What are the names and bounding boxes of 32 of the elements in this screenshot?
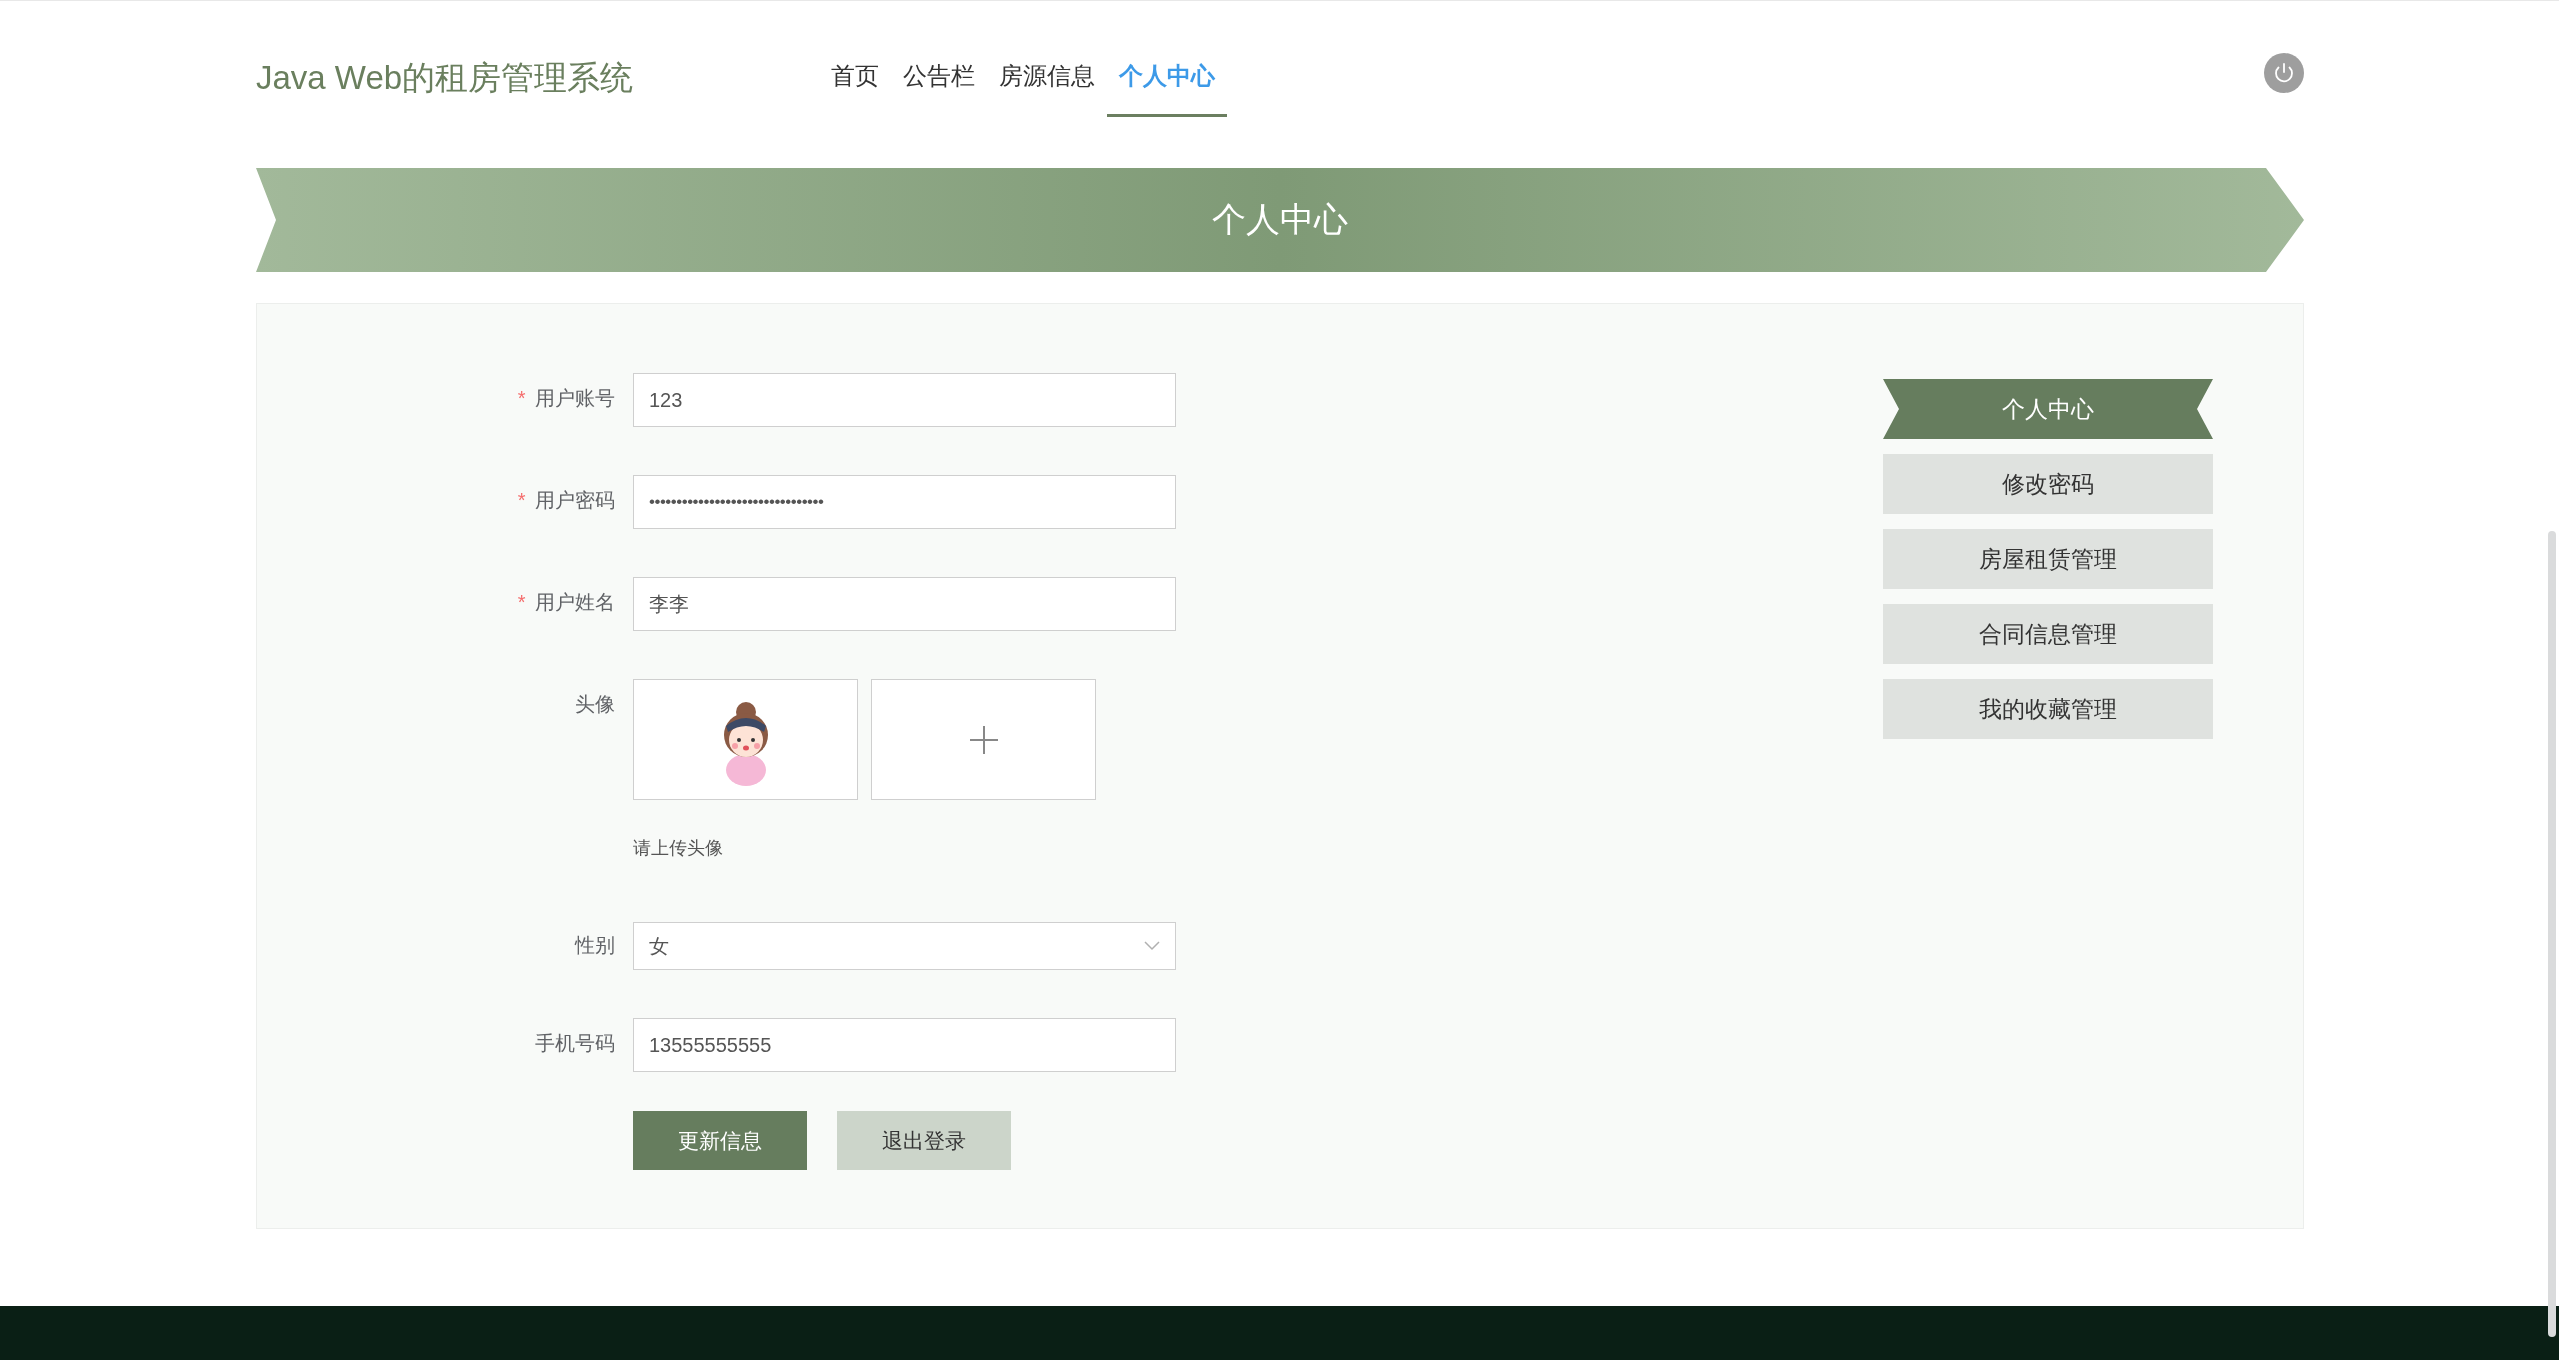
required-asterisk: * [517,591,526,613]
form-button[interactable]: 退出登录 [837,1111,1011,1170]
upload-box[interactable] [871,679,1096,800]
plus-icon [968,724,999,755]
required-asterisk: * [517,489,526,511]
side-menu-item[interactable]: 修改密码 [1883,454,2213,514]
scrollbar-thumb[interactable] [2548,531,2556,1337]
chevron-down-icon [1144,941,1160,951]
input-field[interactable]: •••••••••••••••••••••••••••••••• [633,475,1176,529]
field-label: 手机号码 [535,1032,615,1054]
side-menu-item[interactable]: 我的收藏管理 [1883,679,2213,739]
power-icon[interactable] [2264,53,2304,93]
input-field[interactable]: 123 [633,373,1176,427]
form-button[interactable]: 更新信息 [633,1111,807,1170]
page-banner: 个人中心 [256,168,2304,272]
input-field[interactable]: 李李 [633,577,1176,631]
field-label: 性别 [575,934,615,956]
select-field[interactable]: 女 [633,922,1176,970]
field-label: 用户姓名 [535,591,615,613]
required-asterisk: * [517,387,526,409]
nav-link[interactable]: 房源信息 [987,48,1107,117]
upload-hint: 请上传头像 [633,837,724,860]
side-menu-item[interactable]: 个人中心 [1883,379,2213,439]
site-title: Java Web的租房管理系统 [256,58,635,98]
nav-link[interactable]: 首页 [819,48,891,117]
field-label: 头像 [575,693,615,715]
side-menu-item[interactable]: 房屋租赁管理 [1883,529,2213,589]
input-field[interactable]: 13555555555 [633,1018,1176,1072]
nav-link[interactable]: 公告栏 [891,48,987,117]
side-menu-item[interactable]: 合同信息管理 [1883,604,2213,664]
field-label: 用户密码 [535,489,615,511]
field-label: 用户账号 [535,387,615,409]
